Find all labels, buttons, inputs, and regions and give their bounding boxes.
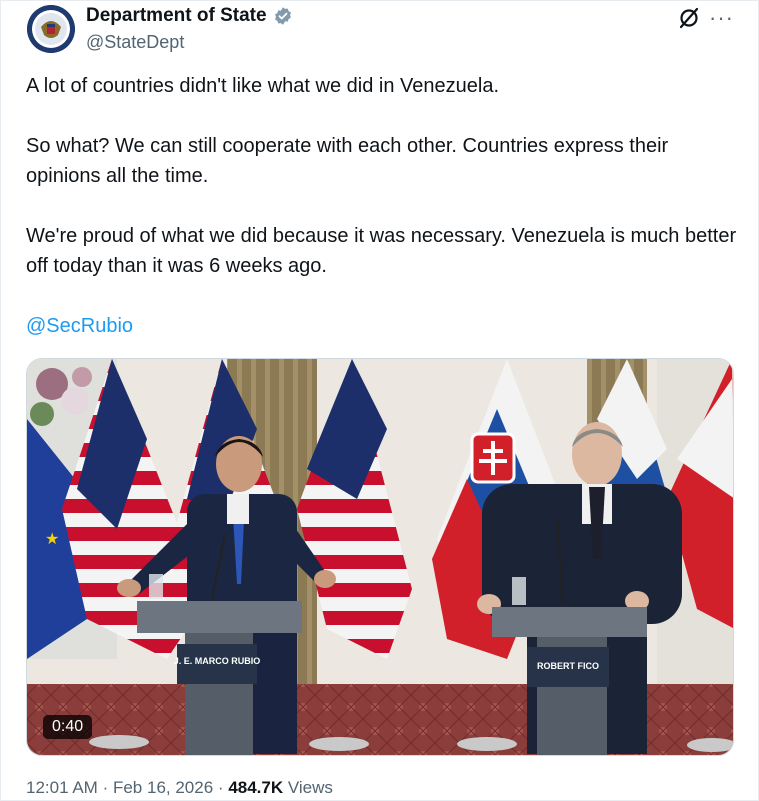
views-count: 484.7K — [228, 778, 284, 797]
tweet-card: Department of State @StateDept ··· A lot… — [0, 0, 759, 801]
meta-separator: · — [102, 778, 109, 797]
post-date[interactable]: Feb 16, 2026 — [113, 778, 213, 797]
post-time[interactable]: 12:01 AM — [26, 778, 98, 797]
author-name[interactable]: Department of State — [86, 5, 267, 27]
verified-badge-icon — [274, 7, 291, 25]
podium-right-label: ROBERT FICO — [537, 661, 599, 671]
video-player[interactable]: ★ J. E. MARCO RUBIO ROBERT FICO 0:40 — [26, 358, 734, 756]
tweet-text-paragraph-2: So what? We can still cooperate with eac… — [26, 135, 669, 187]
meta-separator: · — [217, 778, 224, 797]
podium-left-label: J. E. MARCO RUBIO — [174, 656, 261, 666]
tweet-text-paragraph-3: We're proud of what we did because it wa… — [26, 225, 737, 277]
avatar[interactable] — [27, 5, 75, 53]
svg-text:★: ★ — [45, 531, 59, 548]
video-frame: ★ J. E. MARCO RUBIO ROBERT FICO — [27, 359, 733, 755]
video-duration-badge: 0:40 — [43, 715, 93, 739]
views-label: Views — [287, 778, 333, 797]
mention-link[interactable]: @SecRubio — [26, 311, 133, 341]
tweet-meta: 12:01 AM · Feb 16, 2026 · 484.7K Views — [26, 778, 333, 798]
author-name-row[interactable]: Department of State — [86, 5, 293, 27]
author-handle[interactable]: @StateDept — [86, 32, 184, 53]
grok-icon[interactable] — [677, 6, 701, 30]
tweet-text-paragraph-1: A lot of countries didn't like what we d… — [26, 75, 499, 97]
more-options-icon[interactable]: ··· — [709, 5, 734, 31]
